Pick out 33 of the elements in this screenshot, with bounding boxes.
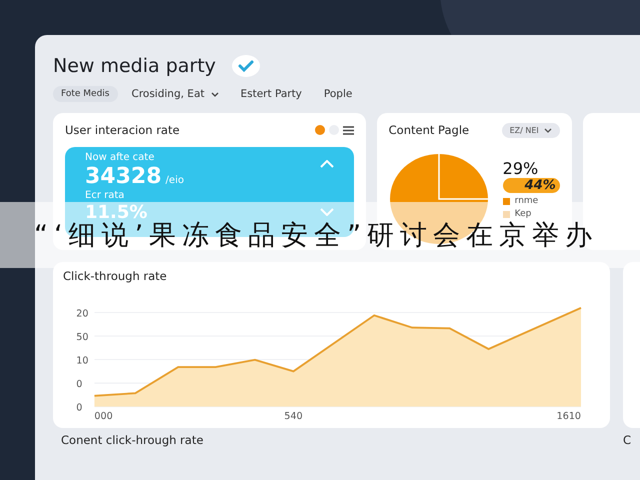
pager-dot[interactable]	[314, 125, 325, 135]
filter-tab[interactable]: Fote Medis	[53, 86, 118, 102]
axis-label: 50	[76, 332, 88, 344]
stat-unit: /eio	[166, 175, 184, 186]
filter-tab[interactable]: Estert Party	[232, 85, 310, 103]
filter-tab[interactable]: Pople	[316, 85, 360, 103]
card-title: Content Pagle	[388, 123, 470, 137]
legend-label: Kep	[514, 209, 532, 219]
stat-label: Ecr rata	[85, 190, 126, 202]
axis-label: 0	[76, 379, 82, 390]
percent-value: 29%	[502, 159, 538, 178]
stat-label: Now afte cate	[85, 152, 156, 164]
axis-label: 10	[76, 356, 88, 367]
chevron-up-icon[interactable]	[320, 160, 334, 168]
axis-label: 000	[94, 411, 113, 422]
legend-label: rnme	[514, 196, 538, 206]
axis-label: 20	[76, 308, 88, 320]
caret-icon	[210, 92, 218, 96]
menu-icon[interactable]	[342, 126, 354, 134]
chart-title: Click-through rate	[62, 269, 168, 284]
axis-label: 0	[76, 402, 82, 414]
page-title: New media party	[53, 55, 216, 77]
caret-icon	[544, 128, 552, 132]
stat-value: 34328	[85, 164, 162, 190]
period-dropdown[interactable]: EZ/ NEI	[502, 122, 560, 138]
percent-badge: 44%	[502, 178, 560, 193]
axis-label: 1610	[556, 411, 581, 422]
card-title: User interacion rate	[65, 123, 180, 137]
caption: Conent click-hrough rate	[60, 433, 204, 447]
caption: C	[623, 433, 632, 447]
axis-label: 540	[284, 411, 303, 422]
filter-tab[interactable]: Crosiding, Eat	[124, 85, 226, 103]
chevron-down-icon[interactable]	[320, 208, 334, 216]
